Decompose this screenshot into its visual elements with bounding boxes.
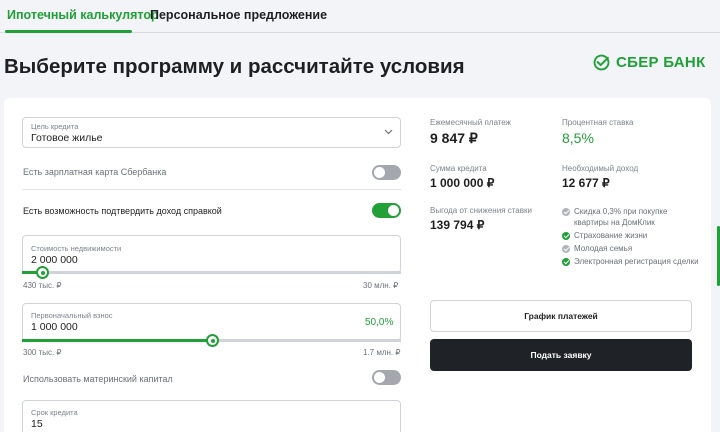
salary-card-toggle[interactable] <box>372 165 401 180</box>
down-payment-max: 1.7 млн. ₽ <box>363 348 401 357</box>
benefit-text: Страхование жизни <box>574 231 648 240</box>
down-payment-min: 300 тыс. ₽ <box>23 348 62 357</box>
monthly-payment-value: 9 847 ₽ <box>430 130 478 146</box>
toggle-knob <box>374 167 385 178</box>
slider-thumb[interactable] <box>206 334 219 347</box>
tab-mortgage-calculator[interactable]: Ипотечный калькулятор <box>7 8 159 22</box>
benefit-item: Скидка 0,3% при покупке квартиры на ДомК… <box>562 207 702 229</box>
sber-logo-text: СБЕР БАНК <box>616 54 706 71</box>
tab-personal-offer[interactable]: Персональное предложение <box>150 8 327 22</box>
property-value-label: Стоимость недвижимости <box>31 244 122 253</box>
down-payment-percent: 50,0% <box>365 317 394 328</box>
loan-purpose-label: Цель кредита <box>31 122 79 131</box>
loan-amount-label: Сумма кредита <box>430 164 487 173</box>
maternity-capital-toggle[interactable] <box>372 370 401 385</box>
chevron-down-icon <box>384 129 393 135</box>
check-circle-icon <box>562 258 570 266</box>
maternity-capital-label: Использовать материнский капитал <box>23 374 173 384</box>
property-value-slider[interactable] <box>22 266 401 279</box>
required-income-value: 12 677 ₽ <box>562 176 610 190</box>
submit-application-button[interactable]: Подать заявку <box>430 339 692 371</box>
toggle-knob <box>374 372 385 383</box>
salary-card-label: Есть зарплатная карта Сбербанка <box>23 167 167 177</box>
check-circle-icon <box>562 245 570 253</box>
loan-amount-value: 1 000 000 ₽ <box>430 176 495 190</box>
income-proof-toggle[interactable] <box>372 203 401 218</box>
income-proof-label: Есть возможность подтвердить доход справ… <box>23 206 222 216</box>
slider-fill <box>22 339 212 342</box>
rate-savings-value: 139 794 ₽ <box>430 218 485 232</box>
benefit-item: Молодая семья <box>562 244 702 255</box>
slider-thumb[interactable] <box>36 266 49 279</box>
rate-savings-label: Выгода от снижения ставки <box>430 206 532 215</box>
property-value-max: 30 млн. ₽ <box>363 281 399 290</box>
interest-rate-value: 8,5% <box>562 130 594 146</box>
check-circle-icon <box>562 232 570 240</box>
sber-logo-icon <box>593 54 610 71</box>
loan-purpose-value: Готовое жилье <box>31 132 103 144</box>
loan-purpose-select[interactable]: Цель кредита Готовое жилье <box>22 117 401 148</box>
top-tab-bar: Ипотечный калькулятор Персональное предл… <box>0 0 720 33</box>
loan-term-field[interactable]: Срок кредита 15 <box>22 400 401 432</box>
payment-schedule-button[interactable]: График платежей <box>430 300 692 332</box>
benefit-text: Скидка 0,3% при покупке квартиры на ДомК… <box>574 207 668 227</box>
interest-rate-label: Процентная ставка <box>562 118 634 127</box>
loan-term-input[interactable]: 15 <box>31 418 43 430</box>
benefit-item: Электронная регистрация сделки <box>562 257 702 268</box>
loan-term-label: Срок кредита <box>31 408 78 417</box>
benefit-text: Молодая семья <box>574 244 633 253</box>
divider <box>22 189 401 190</box>
page-title: Выберите программу и рассчитайте условия <box>4 55 465 78</box>
down-payment-label: Первоначальный взнос <box>31 311 113 320</box>
property-value-min: 430 тыс. ₽ <box>23 281 62 290</box>
sber-logo: СБЕР БАНК <box>593 54 706 71</box>
down-payment-input[interactable]: 1 000 000 <box>31 321 78 333</box>
check-circle-icon <box>562 208 570 216</box>
benefit-text: Электронная регистрация сделки <box>574 257 699 266</box>
monthly-payment-label: Ежемесячный платеж <box>430 118 512 127</box>
toggle-knob <box>388 205 399 216</box>
down-payment-slider[interactable] <box>22 334 401 347</box>
property-value-input[interactable]: 2 000 000 <box>31 254 78 266</box>
benefit-item: Страхование жизни <box>562 231 702 242</box>
active-tab-indicator <box>5 30 132 33</box>
property-value-field[interactable]: Стоимость недвижимости 2 000 000 <box>22 235 401 273</box>
required-income-label: Необходимый доход <box>562 164 639 173</box>
